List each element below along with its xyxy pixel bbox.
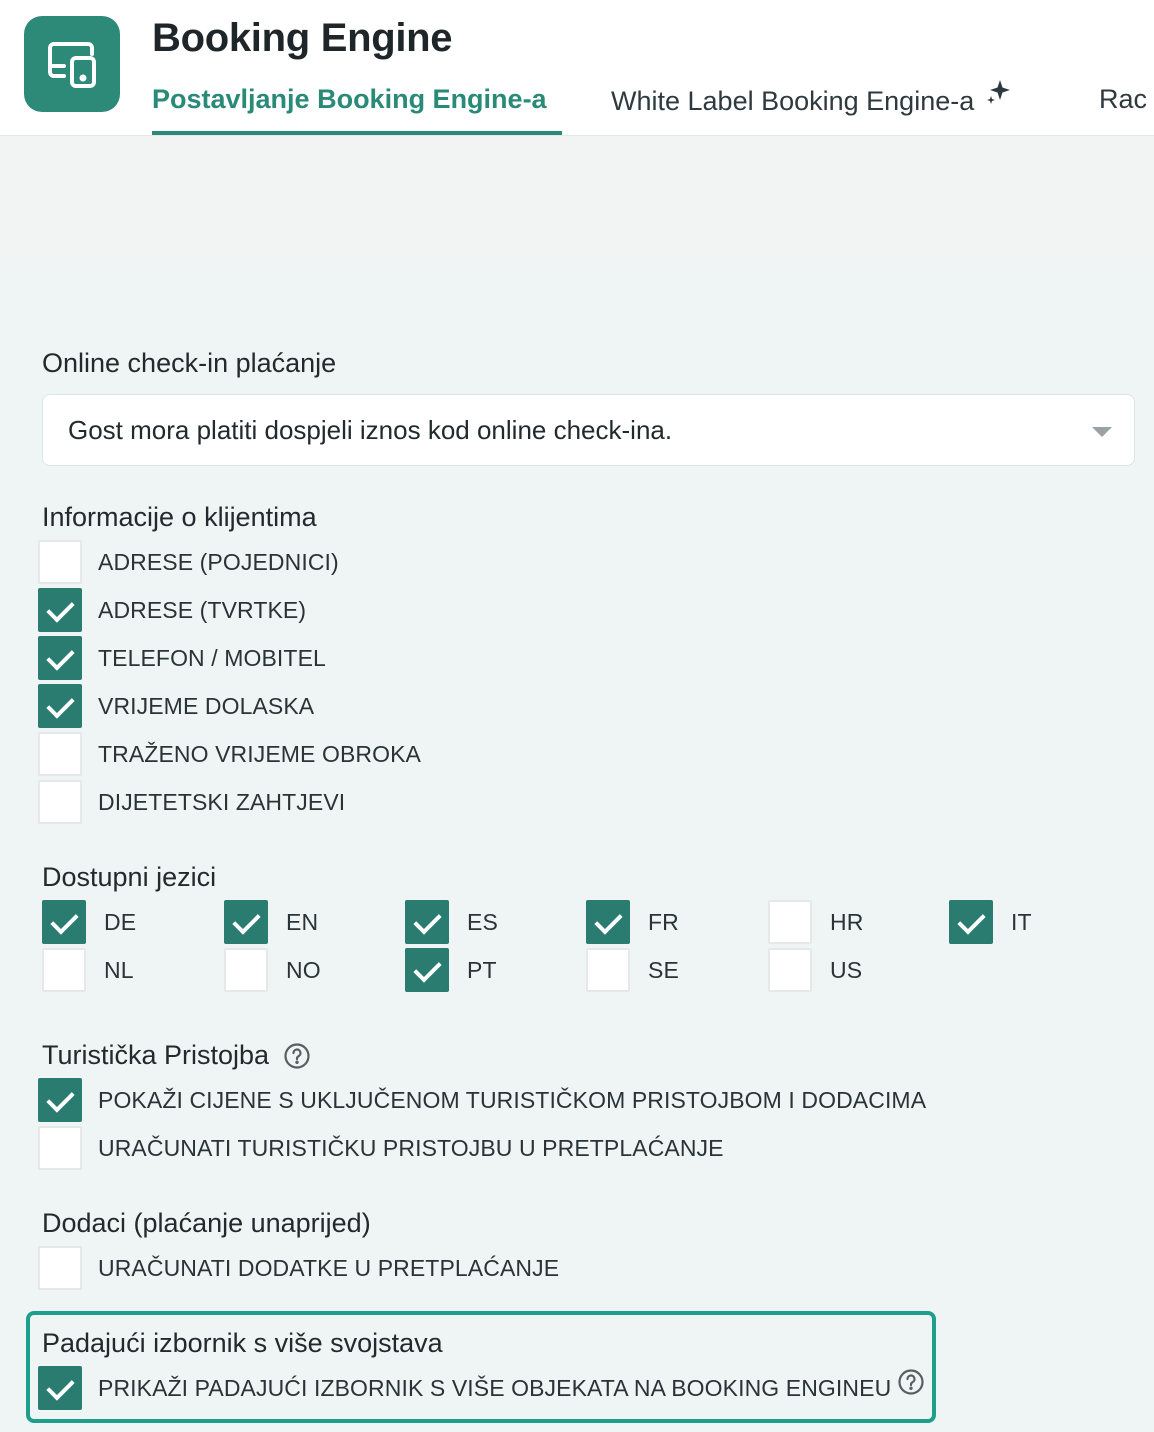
language-code: NL — [104, 956, 134, 983]
option-dietary[interactable]: DIJETETSKI ZAHTJEVI — [38, 780, 345, 824]
online-checkin-label: Online check-in plaćanje — [42, 348, 337, 378]
active-tab-indicator — [152, 131, 562, 135]
online-checkin-select[interactable]: Gost mora platiti dospjeli iznos kod onl… — [42, 394, 1135, 466]
language-de[interactable]: DE — [42, 900, 136, 944]
tab-label: White Label Booking Engine-a — [611, 86, 975, 116]
checkbox[interactable] — [38, 1126, 82, 1170]
language-fr[interactable]: FR — [586, 900, 679, 944]
checkbox[interactable] — [586, 948, 630, 992]
checkbox-label: TRAŽENO VRIJEME OBROKA — [98, 740, 421, 767]
language-code: SE — [648, 956, 679, 983]
languages-label: Dostupni jezici — [42, 862, 217, 892]
language-code: HR — [830, 908, 864, 935]
language-se[interactable]: SE — [586, 948, 679, 992]
tourist-tax-label: Turistička Pristojba — [42, 1040, 311, 1071]
checkbox[interactable] — [768, 900, 812, 944]
language-es[interactable]: ES — [405, 900, 498, 944]
language-code: ES — [467, 908, 498, 935]
checkbox[interactable] — [586, 900, 630, 944]
checkbox-label: DIJETETSKI ZAHTJEVI — [98, 788, 346, 815]
language-code: PT — [467, 956, 497, 983]
language-code: DE — [104, 908, 137, 935]
tab-booking-engine-setup[interactable]: Postavljanje Booking Engine-a — [152, 84, 547, 115]
checkbox-label: VRIJEME DOLASKA — [98, 692, 315, 719]
checkbox[interactable] — [38, 1078, 82, 1122]
language-code: FR — [648, 908, 679, 935]
top-band — [0, 137, 1154, 265]
language-us[interactable]: US — [768, 948, 862, 992]
tab-rac[interactable]: Rac — [1099, 84, 1147, 115]
checkbox[interactable] — [224, 900, 268, 944]
checkbox-label: POKAŽI CIJENE S UKLJUČENOM TURISTIČKOM P… — [98, 1086, 927, 1113]
checkbox-label: PRIKAŽI PADAJUĆI IZBORNIK S VIŠE OBJEKAT… — [98, 1374, 892, 1401]
tab-white-label[interactable]: White Label Booking Engine-a — [611, 80, 1012, 117]
checkbox[interactable] — [38, 732, 82, 776]
client-info-label: Informacije o klijentima — [42, 502, 317, 532]
checkbox[interactable] — [42, 900, 86, 944]
language-it[interactable]: IT — [949, 900, 1032, 944]
language-code: NO — [286, 956, 321, 983]
option-show-multi-property-dropdown[interactable]: PRIKAŽI PADAJUĆI IZBORNIK S VIŠE OBJEKAT… — [38, 1366, 925, 1410]
checkbox[interactable] — [38, 780, 82, 824]
tab-label: Rac — [1099, 84, 1148, 114]
checkbox[interactable] — [768, 948, 812, 992]
option-addresses-individuals[interactable]: ADRESE (POJEDNICI) — [38, 540, 339, 584]
checkbox[interactable] — [38, 1366, 82, 1410]
checkbox[interactable] — [38, 1246, 82, 1290]
checkbox[interactable] — [42, 948, 86, 992]
checkbox-label: ADRESE (POJEDNICI) — [98, 548, 339, 575]
checkbox-label: URAČUNATI TURISTIČKU PRISTOJBU U PRETPLA… — [98, 1134, 724, 1161]
language-pt[interactable]: PT — [405, 948, 497, 992]
option-include-extras-prepayment[interactable]: URAČUNATI DODATKE U PRETPLAĆANJE — [38, 1246, 559, 1290]
help-icon[interactable] — [283, 1042, 311, 1070]
checkbox[interactable] — [224, 948, 268, 992]
sparkle-icon — [986, 80, 1012, 110]
extras-label: Dodaci (plaćanje unaprijed) — [42, 1208, 371, 1238]
option-addresses-companies[interactable]: ADRESE (TVRTKE) — [38, 588, 306, 632]
language-code: EN — [286, 908, 319, 935]
section-title: Turistička Pristojba — [42, 1040, 270, 1070]
option-include-tax-prepayment[interactable]: URAČUNATI TURISTIČKU PRISTOJBU U PRETPLA… — [38, 1126, 724, 1170]
checkbox[interactable] — [38, 540, 82, 584]
language-hr[interactable]: HR — [768, 900, 863, 944]
checkbox[interactable] — [949, 900, 993, 944]
help-icon[interactable] — [897, 1368, 925, 1396]
checkbox-label: URAČUNATI DODATKE U PRETPLAĆANJE — [98, 1254, 560, 1281]
language-en[interactable]: EN — [224, 900, 318, 944]
checkbox[interactable] — [405, 948, 449, 992]
checkbox[interactable] — [38, 684, 82, 728]
tab-label: Postavljanje Booking Engine-a — [152, 84, 547, 114]
language-nl[interactable]: NL — [42, 948, 134, 992]
checkbox[interactable] — [405, 900, 449, 944]
option-phone[interactable]: TELEFON / MOBITEL — [38, 636, 326, 680]
checkbox-label: TELEFON / MOBITEL — [98, 644, 326, 671]
page-title: Booking Engine — [152, 16, 453, 60]
device-sync-icon — [24, 16, 120, 112]
select-value: Gost mora platiti dospjeli iznos kod onl… — [68, 414, 673, 445]
checkbox[interactable] — [38, 588, 82, 632]
checkbox-label: ADRESE (TVRTKE) — [98, 596, 307, 623]
checkbox[interactable] — [38, 636, 82, 680]
option-meal-time[interactable]: TRAŽENO VRIJEME OBROKA — [38, 732, 421, 776]
language-no[interactable]: NO — [224, 948, 321, 992]
option-arrival-time[interactable]: VRIJEME DOLASKA — [38, 684, 314, 728]
multi-property-label: Padajući izbornik s više svojstava — [42, 1328, 443, 1358]
language-code: US — [830, 956, 863, 983]
app-header: Booking Engine Postavljanje Booking Engi… — [0, 0, 1154, 136]
language-code: IT — [1011, 908, 1032, 935]
chevron-down-icon — [1092, 427, 1112, 437]
option-show-prices-with-tax[interactable]: POKAŽI CIJENE S UKLJUČENOM TURISTIČKOM P… — [38, 1078, 926, 1122]
